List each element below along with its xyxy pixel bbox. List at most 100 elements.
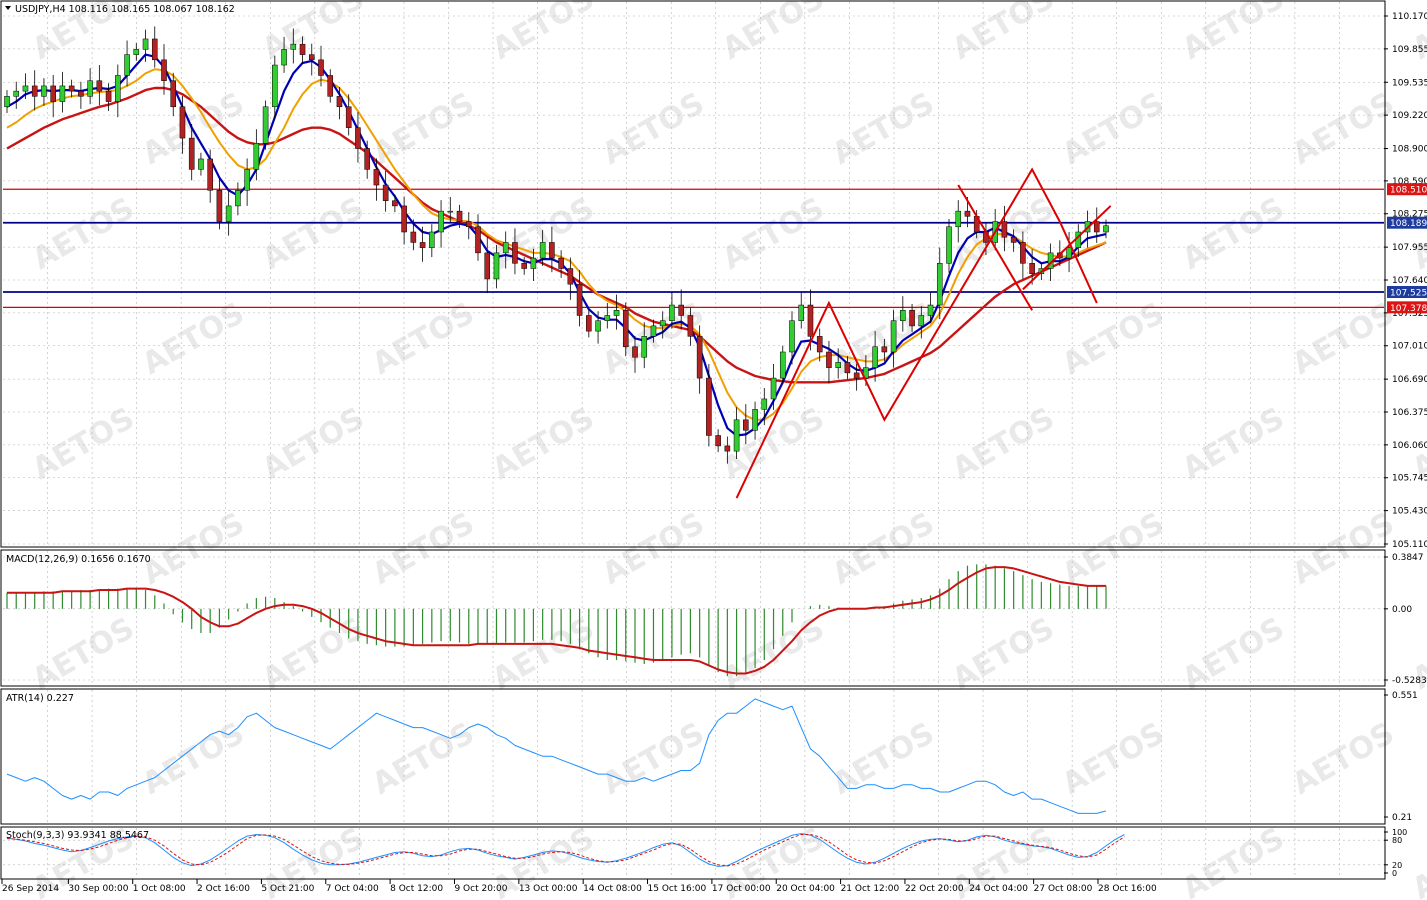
candle-body (770, 377, 777, 400)
time-label: 7 Oct 04:00 (326, 884, 379, 894)
price-tick-label: 108.900 (1392, 145, 1427, 155)
macd-tick-label: 0.3847 (1392, 553, 1424, 563)
candle-body (900, 310, 906, 321)
price-tick-label: 106.375 (1392, 408, 1427, 418)
candle-body (465, 221, 472, 228)
atr-tick-label: 0.551 (1392, 691, 1418, 701)
candle-body (401, 205, 407, 233)
price-tick-label: 109.535 (1392, 78, 1427, 88)
candle-body (382, 184, 389, 201)
candle-body (715, 435, 721, 447)
candle-body (909, 310, 915, 327)
candle-body (484, 252, 491, 280)
candle-body (290, 43, 297, 50)
time-label: 26 Sep 2014 (2, 884, 59, 894)
candle-body (696, 336, 703, 379)
candle-body (299, 43, 306, 55)
time-label: 28 Oct 16:00 (1098, 884, 1157, 894)
candle-body (752, 409, 758, 431)
candle-body (253, 143, 260, 170)
candle-body (31, 85, 38, 97)
price-tag-label: 108.189 (1390, 219, 1427, 229)
candle-body (678, 304, 684, 316)
price-tick-label: 106.690 (1392, 375, 1427, 385)
candle-body (724, 445, 731, 452)
candle-body (835, 362, 841, 368)
candle-body (844, 362, 851, 374)
time-label: 1 Oct 08:00 (133, 884, 186, 894)
atr-tick-label: 0.21 (1392, 813, 1412, 823)
candle-body (936, 263, 943, 306)
price-tick-label: 107.010 (1392, 342, 1427, 352)
candle-body (927, 304, 934, 316)
candle-body (706, 377, 712, 436)
candle-body (530, 257, 537, 269)
candle-body (456, 210, 463, 222)
time-label: 27 Oct 08:00 (1034, 884, 1093, 894)
stoch-tick-label: 0 (1392, 869, 1397, 878)
candle-body (207, 158, 213, 191)
price-tick-label: 109.855 (1392, 45, 1427, 55)
candle-body (613, 310, 620, 316)
candle-body (198, 158, 204, 170)
candle-body (964, 210, 971, 217)
candle-body (438, 210, 444, 233)
candle-body (687, 315, 694, 337)
time-label: 15 Oct 16:00 (648, 884, 707, 894)
candle-body (96, 80, 103, 92)
trading-chart[interactable]: AETOS AETOS AETOS AETOS AETOS AETOS AETOSAETOS… (0, 0, 1427, 900)
candle-body (41, 85, 47, 97)
candle-body (853, 372, 860, 379)
candle-body (133, 49, 140, 55)
time-label: 8 Oct 12:00 (390, 884, 443, 894)
price-tick-label: 107.640 (1392, 276, 1427, 286)
time-label: 20 Oct 04:00 (776, 884, 835, 894)
candle-body (789, 320, 795, 353)
price-title: USDJPY,H4 108.116 108.165 108.067 108.16… (15, 4, 235, 15)
candle-body (659, 320, 666, 327)
candle-body (179, 106, 186, 139)
candle-body (733, 419, 740, 452)
candle-body (151, 38, 158, 61)
candle-body (281, 49, 287, 66)
candle-body (1093, 221, 1100, 233)
candle-body (881, 346, 888, 353)
candle-body (539, 242, 546, 259)
price-tick-label: 110.170 (1392, 12, 1427, 22)
price-tick-label: 106.060 (1392, 441, 1427, 451)
candle-body (142, 38, 149, 50)
time-label: 17 Oct 00:00 (712, 884, 771, 894)
candle-body (641, 336, 648, 358)
price-tag-label: 108.510 (1390, 186, 1427, 196)
candle-body (595, 320, 601, 332)
candle-body (244, 169, 250, 191)
candle-body (373, 169, 380, 186)
candle-body (890, 320, 897, 353)
macd-title: MACD(12,26,9) 0.1656 0.1670 (6, 554, 151, 565)
time-label: 24 Oct 04:00 (969, 884, 1028, 894)
time-label: 22 Oct 20:00 (905, 884, 964, 894)
candle-body (558, 257, 564, 269)
candle-body (124, 54, 130, 76)
candle-body (816, 336, 823, 353)
time-label: 9 Oct 20:00 (454, 884, 507, 894)
price-tick-label: 105.745 (1392, 474, 1427, 484)
candle-body (622, 310, 629, 348)
time-label: 14 Oct 08:00 (583, 884, 642, 894)
candle-body (576, 283, 583, 316)
stoch-tick-label: 80 (1392, 836, 1402, 845)
time-label: 30 Sep 00:00 (68, 884, 128, 894)
candle-body (567, 268, 574, 285)
atr-title: ATR(14) 0.227 (6, 693, 74, 704)
price-tick-label: 109.220 (1392, 111, 1427, 121)
candle-body (419, 242, 426, 248)
candle-body (161, 59, 167, 81)
price-tick-label: 107.955 (1392, 243, 1427, 253)
time-label: 21 Oct 12:00 (841, 884, 900, 894)
candle-body (946, 226, 952, 264)
candle-body (955, 210, 962, 228)
candle (262, 100, 269, 150)
macd-tick-label: 0.00 (1392, 605, 1412, 615)
candle-body (1029, 263, 1035, 274)
candle-body (345, 106, 352, 128)
